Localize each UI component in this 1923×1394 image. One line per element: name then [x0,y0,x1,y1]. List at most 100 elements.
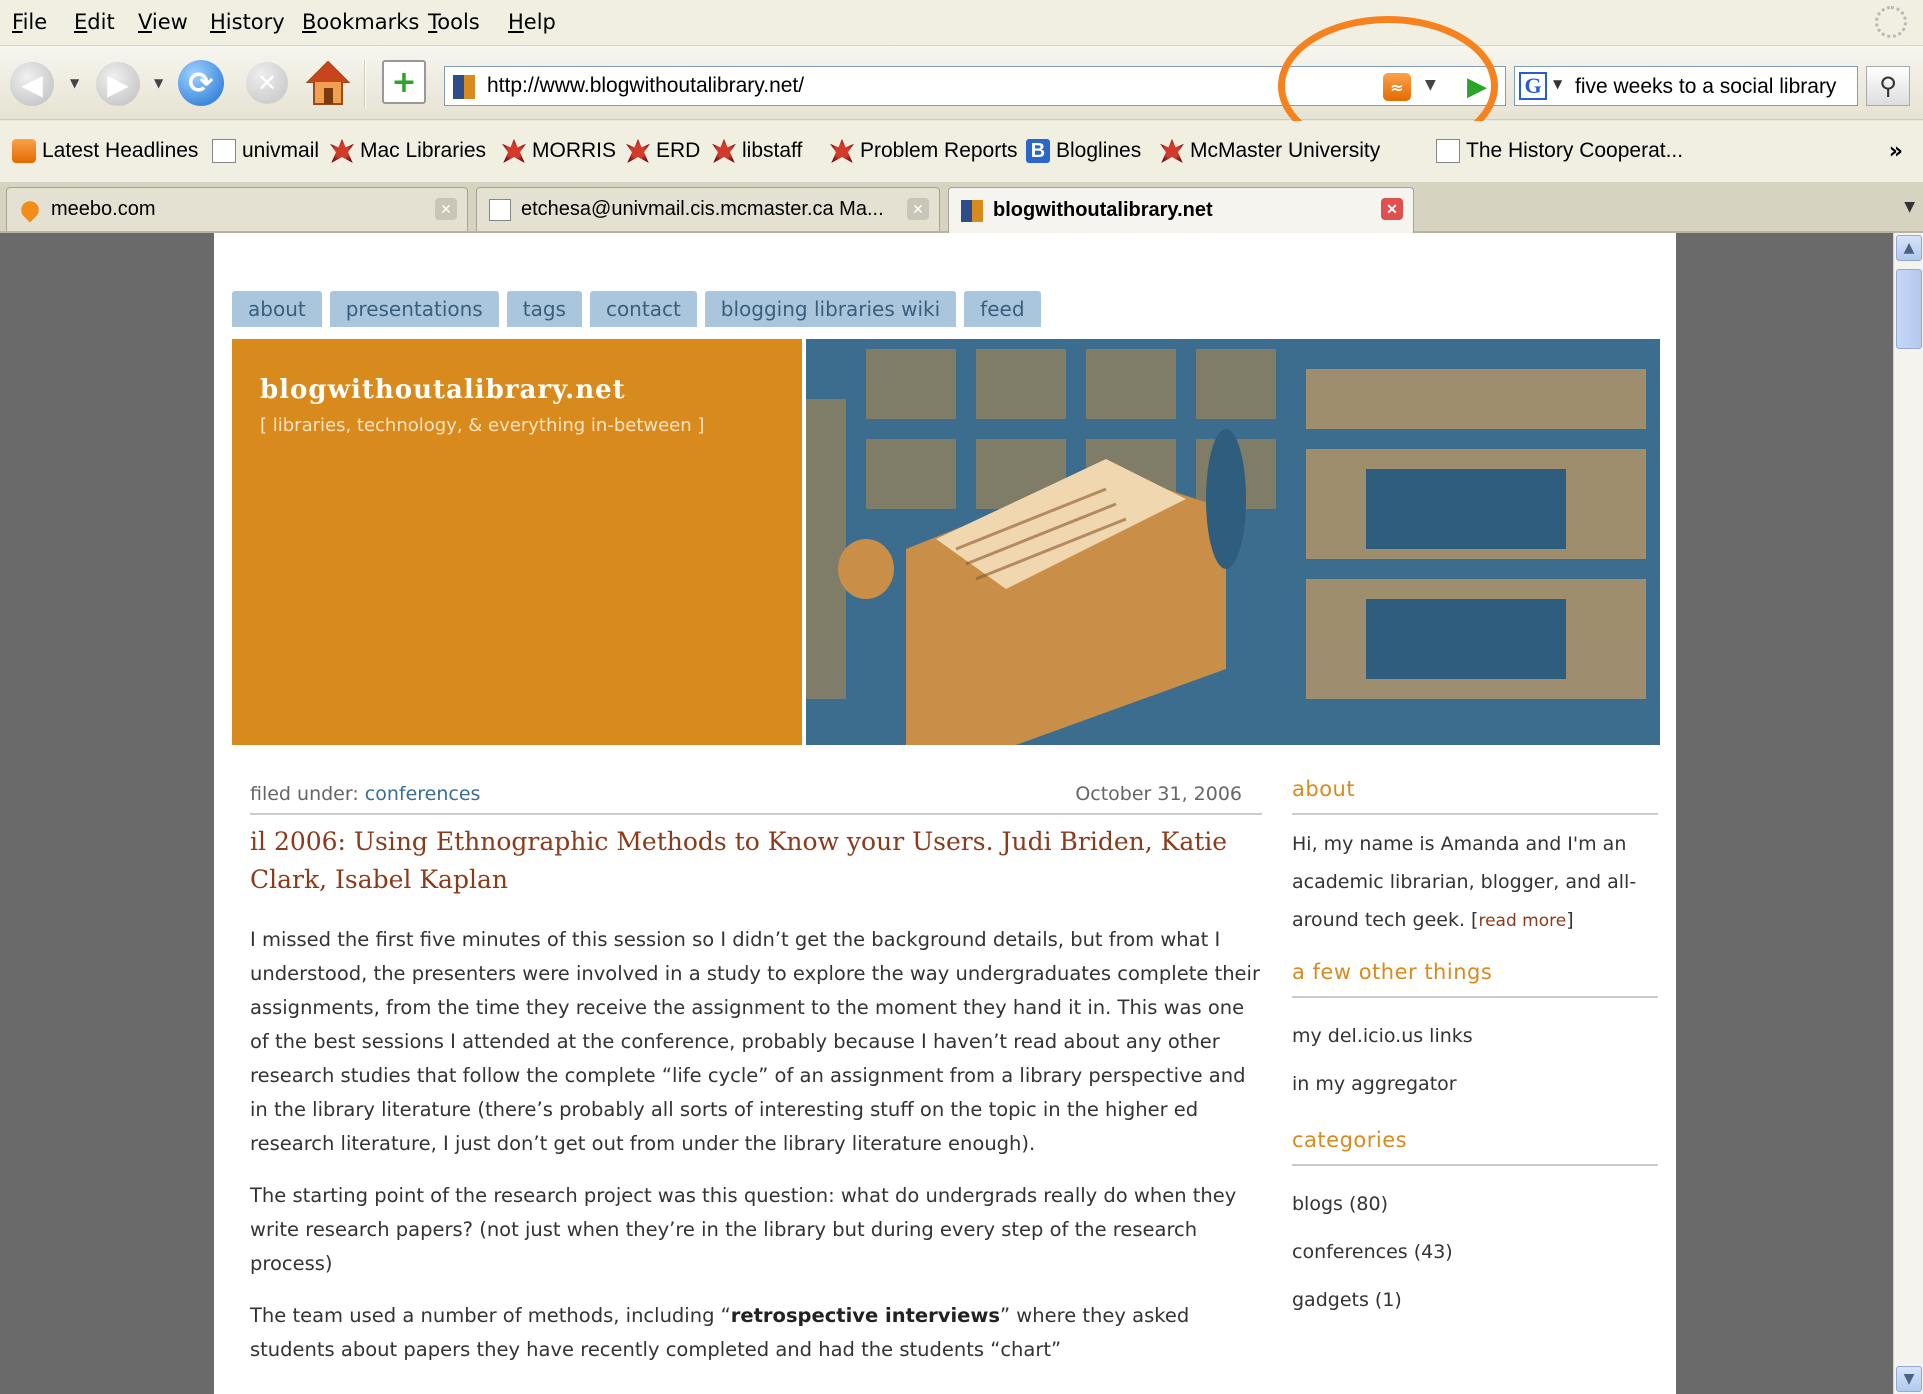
category-name[interactable]: blogs [1292,1193,1343,1215]
site-tagline: [ libraries, technology, & everything in… [260,415,705,436]
bookmark-label: ERD [656,139,701,162]
menu-file[interactable]: File [12,10,47,34]
sidebar-link-delicious[interactable]: my del.icio.us links [1292,1012,1658,1060]
sidebar-heading-categories: categories [1292,1128,1658,1166]
post-date: October 31, 2006 [1075,783,1242,805]
tab-meebo[interactable]: meebo.com ✕ [6,187,468,231]
tab-blogwithoutalibrary[interactable]: blogwithoutalibrary.net ✕ [948,187,1414,233]
tab-bar: meebo.com ✕ etchesa@univmail.cis.mcmaste… [0,183,1923,233]
bloglines-icon: B [1026,139,1050,163]
search-box[interactable]: G ▼ five weeks to a social library [1514,66,1858,106]
post-category-link[interactable]: conferences [365,783,481,805]
nav-tags[interactable]: tags [506,291,582,327]
post-paragraph: I missed the first five minutes of this … [250,928,1260,1155]
forward-arrow-icon[interactable]: ▶ [96,62,140,106]
nav-about[interactable]: about [232,291,322,327]
site-navigation: about presentations tags contact bloggin… [232,291,1041,327]
bookmark-morris[interactable]: MORRIS [502,139,616,163]
home-icon-graphic [305,60,351,105]
sidebar-link-aggregator[interactable]: in my aggregator [1292,1060,1658,1108]
close-tab-icon[interactable]: ✕ [907,198,929,220]
post-meta: filed under: conferences October 31, 200… [250,783,1262,815]
bookmark-latest-headlines[interactable]: Latest Headlines [12,139,198,163]
bookmarks-toolbar: Latest Headlines univmail Mac Libraries … [0,121,1923,183]
forward-history-dropdown-icon[interactable]: ▼ [154,76,163,90]
card-catalog-photo [806,339,1660,745]
category-count: (1) [1374,1289,1402,1311]
go-icon[interactable]: ▶ [1457,71,1497,103]
scroll-down-arrow-icon[interactable]: ▼ [1896,1366,1922,1392]
vertical-scrollbar[interactable]: ▲ ▼ [1893,233,1923,1394]
menu-tools[interactable]: Tools [428,10,480,34]
bookmark-label: Mac Libraries [360,139,487,162]
mcmaster-icon [1160,139,1184,163]
category-item[interactable]: gadgets (1) [1292,1276,1658,1324]
close-tab-icon[interactable]: ✕ [435,198,457,220]
rss-feed-icon[interactable]: ≈ [1383,73,1411,101]
bookmark-label: Bloglines [1056,139,1142,162]
bookmark-label: MORRIS [532,139,616,162]
bookmark-problem-reports[interactable]: Problem Reports [830,139,1018,163]
back-arrow-icon[interactable]: ◀ [10,62,54,106]
mcmaster-icon [330,139,354,163]
bookmark-mcmaster-university[interactable]: McMaster University [1160,139,1380,163]
category-item[interactable]: conferences (43) [1292,1228,1658,1276]
sidebar-other-list: my del.icio.us links in my aggregator [1292,998,1658,1128]
throbber-icon [1875,6,1907,38]
blog-page: about presentations tags contact bloggin… [214,233,1676,1394]
post-text: The team used a number of methods, inclu… [250,1304,731,1327]
bookmark-label: univmail [242,139,320,162]
post-paragraph: The team used a number of methods, inclu… [250,1299,1260,1367]
url-bar[interactable]: http://www.blogwithoutalibrary.net/ ≈ ▼ … [444,66,1506,106]
scroll-up-arrow-icon[interactable]: ▲ [1896,235,1922,261]
post-title[interactable]: il 2006: Using Ethnographic Methods to K… [250,823,1260,899]
reload-icon[interactable]: ⟳ [178,60,224,106]
nav-blogging-libraries-wiki[interactable]: blogging libraries wiki [704,291,957,327]
read-more-link[interactable]: read more [1478,911,1566,931]
nav-presentations[interactable]: presentations [329,291,499,327]
scrollbar-thumb[interactable] [1896,269,1922,349]
tab-univmail[interactable]: etchesa@univmail.cis.mcmaster.ca Ma... ✕ [476,187,940,231]
sidebar-about-text: Hi, my name is Amanda and I'm an academi… [1292,815,1658,960]
about-text: Hi, my name is Amanda and I'm an academi… [1292,833,1637,931]
menu-edit[interactable]: Edit [74,10,115,34]
menu-bookmarks[interactable]: Bookmarks [302,10,419,34]
home-icon[interactable] [304,58,352,108]
nav-feed[interactable]: feed [964,291,1041,327]
site-title[interactable]: blogwithoutalibrary.net [260,375,626,405]
google-icon[interactable]: G [1519,72,1547,100]
menu-view[interactable]: View [138,10,188,34]
site-favicon-icon [453,75,475,99]
tab-label: blogwithoutalibrary.net [993,199,1213,221]
category-item[interactable]: blogs (80) [1292,1180,1658,1228]
search-input[interactable]: five weeks to a social library [1575,75,1836,99]
nav-contact[interactable]: contact [589,291,697,327]
close-tab-icon[interactable]: ✕ [1381,198,1403,220]
magnifier-icon[interactable]: ⚲ [1866,66,1910,106]
card-catalog-illustration [806,339,1660,745]
post-body: I missed the first five minutes of this … [250,923,1260,1385]
feed-icon [12,139,36,163]
category-name[interactable]: conferences [1292,1241,1408,1263]
sidebar: about Hi, my name is Amanda and I'm an a… [1292,777,1658,1344]
category-name[interactable]: gadgets [1292,1289,1369,1311]
back-history-dropdown-icon[interactable]: ▼ [70,76,79,90]
url-text[interactable]: http://www.blogwithoutalibrary.net/ [487,74,804,98]
bookmark-mac-libraries[interactable]: Mac Libraries [330,139,486,163]
bookmark-bloglines[interactable]: B Bloglines [1026,139,1141,163]
bookmark-history-cooperative[interactable]: The History Cooperat... [1436,139,1683,163]
url-dropdown-icon[interactable]: ▼ [1425,77,1436,93]
bookmark-univmail[interactable]: univmail [212,139,319,163]
category-count: (43) [1413,1241,1453,1263]
tab-list-dropdown-icon[interactable]: ▼ [1904,199,1915,215]
bookmark-libstaff[interactable]: libstaff [712,139,802,163]
new-tab-icon[interactable]: + [382,60,426,104]
menu-history[interactable]: History [210,10,285,34]
bookmarks-overflow-chevron-icon[interactable]: » [1889,139,1903,164]
mcmaster-icon [830,139,854,163]
bookmark-erd[interactable]: ERD [626,139,700,163]
stop-icon[interactable]: ✕ [246,62,288,104]
filed-under-label: filed under: [250,783,359,805]
menu-help[interactable]: Help [508,10,556,34]
search-engine-dropdown-icon[interactable]: ▼ [1553,77,1562,91]
